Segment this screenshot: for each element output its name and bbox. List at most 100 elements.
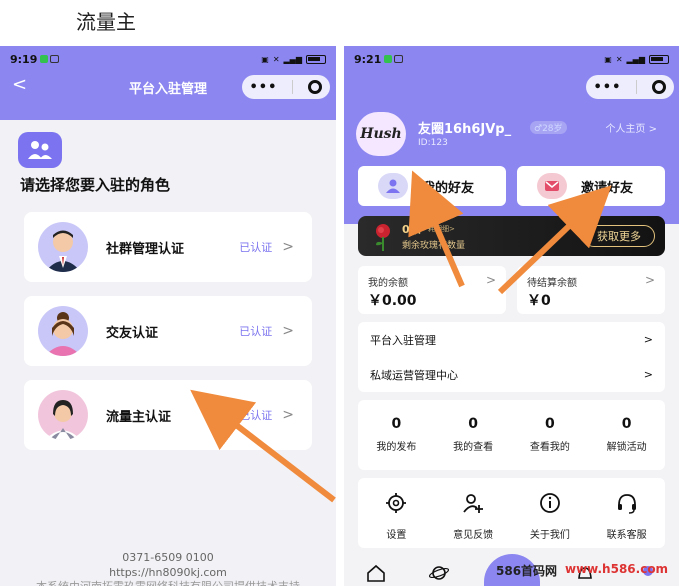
stat-value: 0 xyxy=(468,416,478,432)
avatar-professional xyxy=(38,390,88,440)
role-status: 已认证 xyxy=(239,325,273,338)
about-button[interactable]: 关于我们 xyxy=(512,478,589,548)
stat-unlock-activity[interactable]: 0 解锁活动 xyxy=(588,400,665,470)
back-icon[interactable]: < xyxy=(12,74,27,95)
menu-label: 私域运营管理中心 xyxy=(370,368,458,382)
menu-label: 平台入驻管理 xyxy=(370,333,436,347)
role-status: 已认证 xyxy=(239,241,273,254)
username: 友圈16h6JVp_ xyxy=(418,122,512,137)
mute-icon: ✕ xyxy=(615,54,623,64)
tool-label: 意见反馈 xyxy=(453,530,494,541)
role-prompt: 请选择您要入驻的角色 xyxy=(20,176,171,194)
chevron-right-icon: > xyxy=(485,273,496,287)
footer-phone-number: 0371-6509 0100 xyxy=(122,551,214,564)
nfc-icon: ▣ xyxy=(604,54,612,64)
tool-label: 设置 xyxy=(386,530,407,541)
chevron-right-icon: > xyxy=(282,407,294,423)
footer-phone: 0371-6509 0100 https://hn8090kj.com xyxy=(0,550,336,580)
role-card-community[interactable]: 社群管理认证 已认证 > xyxy=(24,212,312,282)
stat-viewed-me[interactable]: 0 查看我的 xyxy=(512,400,589,470)
more-icon[interactable]: ••• xyxy=(250,80,278,95)
pending-balance-card[interactable]: 待结算余额 > ￥0 xyxy=(517,266,665,314)
chevron-right-icon: > xyxy=(282,239,294,255)
left-header: 9:19 ▣ ✕ ▂▄▆ < 平台入驻管理 ••• xyxy=(0,46,336,120)
add-user-icon xyxy=(462,492,484,518)
roses-amount: 0朵 xyxy=(402,223,421,236)
avatar-woman xyxy=(38,306,88,356)
feedback-button[interactable]: 意见反馈 xyxy=(435,478,512,548)
status-icons: ▣ ✕ ▂▄▆ xyxy=(261,54,326,64)
planet-icon[interactable] xyxy=(428,564,449,586)
roses-label: 剩余玫瑰花数量 xyxy=(402,241,466,251)
get-more-button[interactable]: 获取更多 xyxy=(583,225,655,247)
tool-label: 联系客服 xyxy=(606,530,647,541)
home-icon[interactable] xyxy=(366,564,386,586)
headset-icon xyxy=(616,492,638,518)
footer-notice: 本系统由河南拓零玖零网络科技有限公司提供技术支持 xyxy=(0,578,336,586)
chevron-right-icon: > xyxy=(643,368,653,381)
miniapp-capsule: ••• xyxy=(242,75,330,99)
menu-list: 平台入驻管理 > 私域运营管理中心 > xyxy=(358,322,665,392)
profile-avatar[interactable]: Hush xyxy=(356,112,406,156)
right-phone-screen: 9:21 ▣ ✕ ▂▄▆ ••• Hush 友圈16h6JVp_ ♂28岁 ID:1… xyxy=(344,46,679,586)
stat-value: 0 xyxy=(391,416,402,432)
friend-icon xyxy=(378,173,408,199)
gear-icon xyxy=(385,492,407,518)
stat-label: 查看我的 xyxy=(529,442,570,453)
close-miniapp-icon[interactable] xyxy=(652,80,667,94)
roses-detail-link[interactable]: 耗明细> xyxy=(428,224,455,234)
my-friends-button[interactable]: 我的好友 xyxy=(358,166,506,206)
right-header: 9:21 ▣ ✕ ▂▄▆ ••• Hush 友圈16h6JVp_ ♂28岁 ID:1… xyxy=(344,46,679,224)
user-id: ID:123 xyxy=(418,138,448,148)
chevron-right-icon: > xyxy=(644,273,655,287)
invite-friends-button[interactable]: 邀请好友 xyxy=(517,166,665,206)
stat-label: 解锁活动 xyxy=(606,442,647,453)
message-icon xyxy=(394,54,404,63)
nav-title: 平台入驻管理 xyxy=(128,81,207,97)
nfc-icon: ▣ xyxy=(261,54,269,64)
stats-panel: 0 我的发布 0 我的查看 0 查看我的 0 解锁活动 xyxy=(358,400,665,470)
battery-icon xyxy=(306,54,326,64)
menu-platform-settle[interactable]: 平台入驻管理 > xyxy=(358,322,665,357)
tools-panel: 设置 意见反馈 关于我们 联系客服 xyxy=(358,478,665,548)
role-status: 已认证 xyxy=(239,409,273,422)
stat-label: 我的查看 xyxy=(453,442,494,453)
tool-label: 关于我们 xyxy=(529,530,570,541)
roses-banner: 0朵 耗明细> 剩余玫瑰花数量 获取更多 xyxy=(358,216,665,256)
role-card-traffic-owner[interactable]: 流量主认证 已认证 > xyxy=(24,380,312,450)
close-miniapp-icon[interactable] xyxy=(308,80,323,94)
message-icon xyxy=(50,54,60,63)
capsule-divider xyxy=(636,80,638,94)
mute-icon: ✕ xyxy=(272,54,280,64)
balance-value: ￥0.00 xyxy=(368,293,417,309)
age-badge: ♂28岁 xyxy=(530,121,567,134)
chevron-right-icon: > xyxy=(282,323,294,339)
status-time: 9:21 xyxy=(354,52,382,66)
avatar-manager xyxy=(38,222,88,272)
stat-my-posts[interactable]: 0 我的发布 xyxy=(358,400,435,470)
balance-label: 我的余额 xyxy=(368,278,408,289)
page-caption: 流量主 xyxy=(76,10,136,34)
app-badge-icon xyxy=(384,54,393,63)
invite-friends-label: 邀请好友 xyxy=(581,180,634,196)
stat-value: 0 xyxy=(545,416,555,432)
pending-label: 待结算余额 xyxy=(527,278,577,289)
mail-icon xyxy=(537,173,567,199)
watermark-site: 586首码网 xyxy=(496,564,558,578)
settings-button[interactable]: 设置 xyxy=(358,478,435,548)
rose-icon xyxy=(372,222,392,251)
customer-service-button[interactable]: 联系客服 xyxy=(588,478,665,548)
watermark-url: www.h586.com xyxy=(565,562,669,576)
chevron-right-icon: > xyxy=(643,333,653,346)
role-card-dating[interactable]: 交友认证 已认证 > xyxy=(24,296,312,366)
status-icons: ▣ ✕ ▂▄▆ xyxy=(604,54,669,64)
balance-card[interactable]: 我的余额 > ￥0.00 xyxy=(358,266,506,314)
more-icon[interactable]: ••• xyxy=(594,80,622,95)
info-icon xyxy=(539,492,561,518)
menu-private-domain[interactable]: 私域运营管理中心 > xyxy=(358,357,665,392)
homepage-link[interactable]: 个人主页 > xyxy=(605,120,657,135)
users-icon xyxy=(18,132,62,168)
stat-my-views[interactable]: 0 我的查看 xyxy=(435,400,512,470)
stat-value: 0 xyxy=(621,416,632,432)
my-friends-label: 我的好友 xyxy=(422,180,475,196)
